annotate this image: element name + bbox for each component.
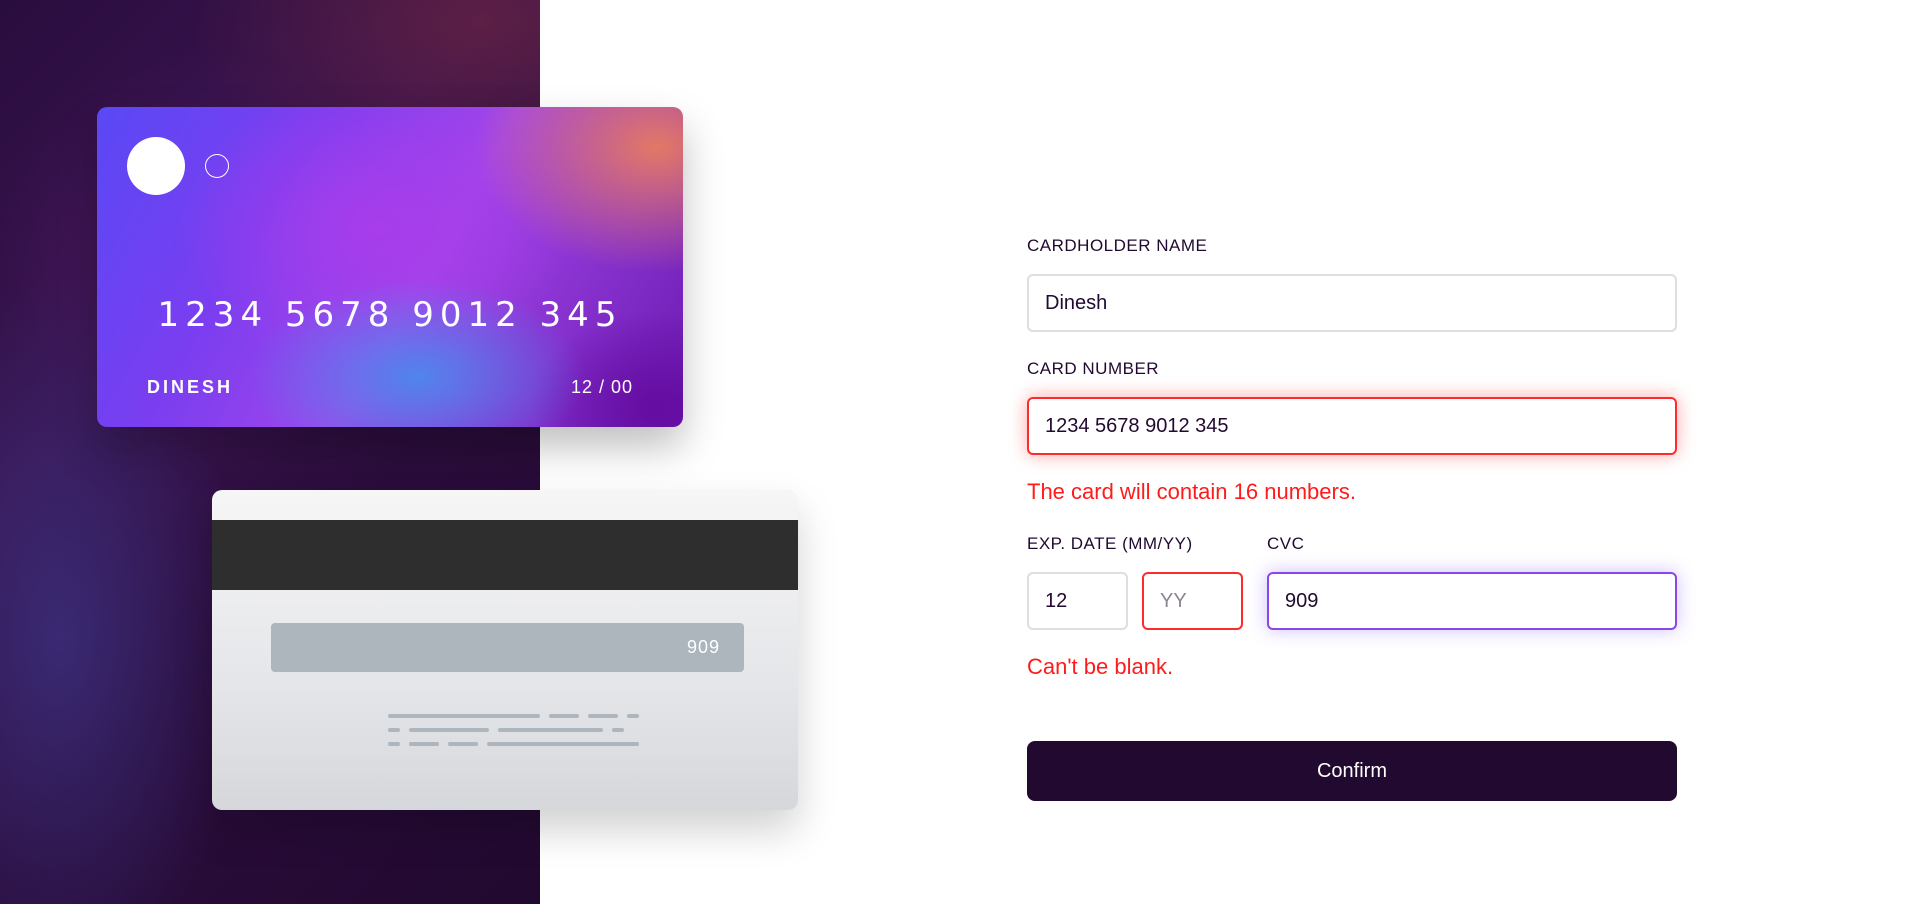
fine-print-line [498, 728, 603, 732]
cvc-field-group: CVC 909 [1267, 534, 1677, 630]
card-back-fine-print [212, 714, 798, 754]
card-logo-circle-outline-icon [205, 154, 229, 178]
card-front-name: DINESH [147, 377, 234, 397]
card-number-value: 1234 5678 9012 345 [1045, 414, 1229, 437]
exp-date-label: EXP. DATE (MM/YY) [1027, 534, 1193, 553]
cardholder-name-value: Dinesh [1045, 291, 1108, 314]
exp-date-error: Can't be blank. [1027, 654, 1174, 679]
fine-print-line [388, 742, 400, 746]
card-number-field-group: CARD NUMBER 1234 5678 9012 345 The card … [1027, 359, 1677, 505]
page: 909 1234 5678 9012 345 DINESH 12 / 00 CA… [0, 0, 1920, 904]
fine-print-line [388, 728, 400, 732]
fine-print-line [388, 714, 540, 718]
card-front-preview: 1234 5678 9012 345 DINESH 12 / 00 [97, 107, 683, 427]
cvc-label: CVC [1267, 534, 1305, 553]
fine-print-line [627, 714, 639, 718]
card-logo-circle-filled-icon [127, 137, 185, 195]
card-back-preview: 909 [212, 490, 798, 810]
fine-print-line [409, 742, 439, 746]
exp-year-placeholder: YY [1160, 589, 1187, 612]
magnetic-stripe [212, 520, 798, 590]
signature-strip: 909 [271, 623, 744, 672]
card-front-number: 1234 5678 9012 345 [157, 295, 623, 335]
cvc-value: 909 [1285, 589, 1319, 612]
card-front-expiry: 12 / 00 [570, 377, 633, 397]
fine-print-line [588, 714, 618, 718]
fine-print-line [409, 728, 489, 732]
card-number-label: CARD NUMBER [1027, 359, 1160, 378]
cardholder-name-label: CARDHOLDER NAME [1027, 236, 1208, 255]
fine-print-line [448, 742, 478, 746]
card-back-cvc: 909 [686, 637, 720, 657]
fine-print-line [612, 728, 624, 732]
cardholder-name-input[interactable]: Dinesh [1027, 274, 1677, 332]
cardholder-field-group: CARDHOLDER NAME Dinesh [1027, 236, 1677, 332]
cvc-input[interactable]: 909 [1267, 572, 1677, 630]
exp-month-input[interactable]: 12 [1027, 572, 1128, 630]
fine-print-line [549, 714, 579, 718]
exp-date-field-group: EXP. DATE (MM/YY) 12 YY Can't be blank. [1027, 534, 1243, 680]
exp-month-value: 12 [1045, 589, 1068, 612]
card-number-input[interactable]: 1234 5678 9012 345 [1027, 397, 1677, 455]
card-number-error: The card will contain 16 numbers. [1027, 479, 1356, 504]
confirm-button[interactable]: Confirm [1027, 741, 1677, 801]
exp-date-inputs: 12 YY [1027, 572, 1243, 630]
fine-print-line [487, 742, 639, 746]
exp-year-input[interactable]: YY [1142, 572, 1243, 630]
